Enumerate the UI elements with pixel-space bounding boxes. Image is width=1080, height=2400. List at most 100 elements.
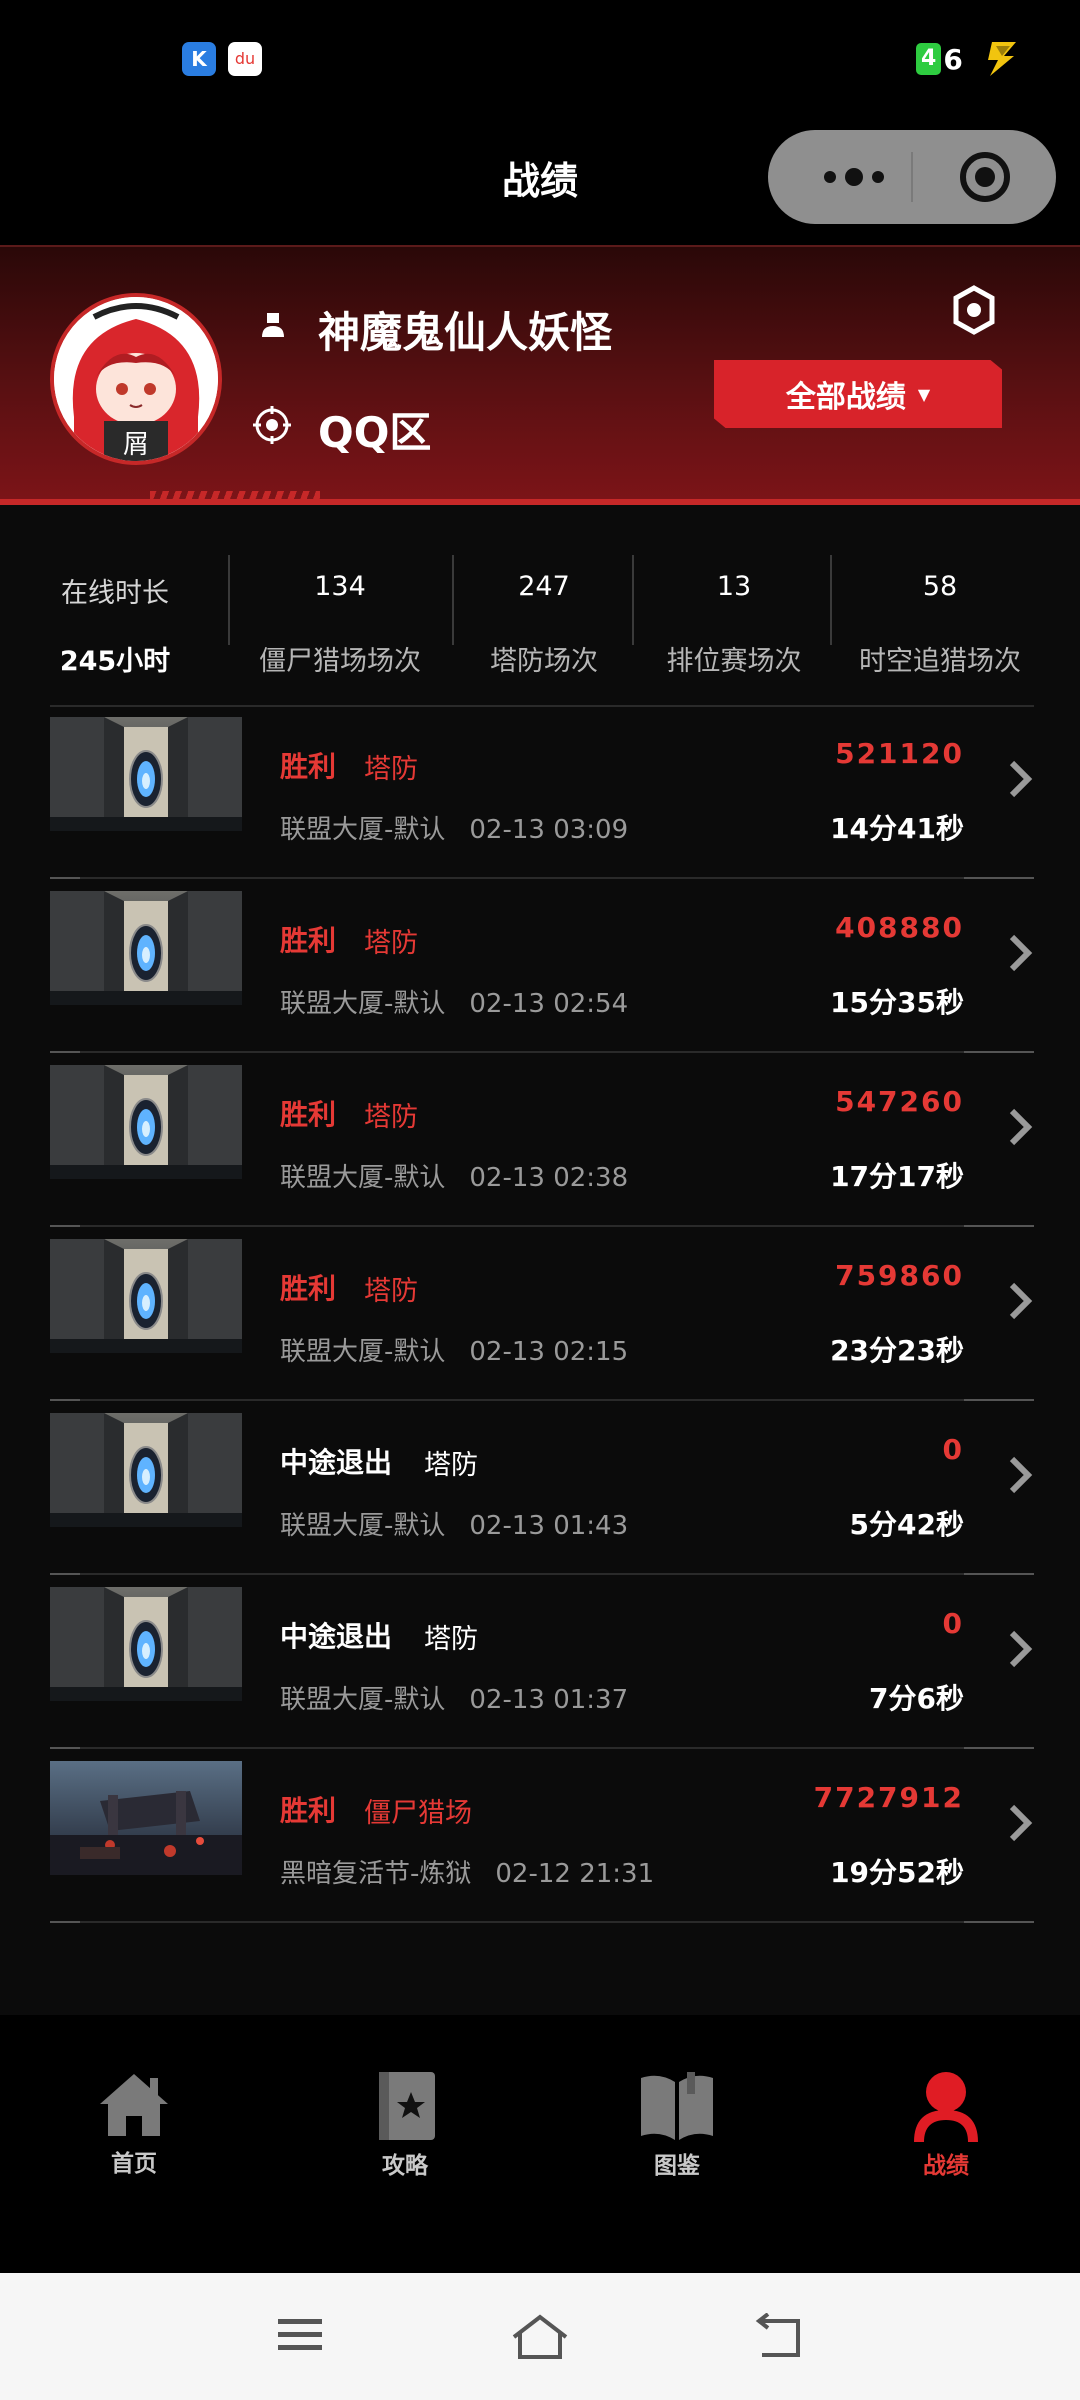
nav-label: 战绩 xyxy=(923,2153,969,2179)
record-row[interactable]: 胜利 塔防 联盟大厦-默认 02-13 02:54 408880 15分35秒 xyxy=(50,881,1034,1053)
open-book-icon xyxy=(641,2072,713,2140)
match-result: 胜利 xyxy=(280,1098,337,1131)
chevron-right-icon[interactable] xyxy=(1006,1279,1034,1323)
chevron-right-icon[interactable] xyxy=(1006,1627,1034,1671)
home-nav-icon[interactable] xyxy=(510,2313,570,2361)
profile-header: 屑 神魔鬼仙人妖怪 QQ区 全部战绩 ▼ xyxy=(0,245,1080,507)
map-info: 联盟大厦-默认 02-13 01:37 xyxy=(280,1679,628,1716)
row-divider-accent xyxy=(50,1399,80,1401)
row-divider-accent xyxy=(50,1051,80,1053)
server-zone-icon xyxy=(253,406,291,444)
map-info: 联盟大厦-默认 02-13 01:43 xyxy=(280,1505,628,1542)
record-row[interactable]: 胜利 塔防 联盟大厦-默认 02-13 02:15 759860 23分23秒 xyxy=(50,1229,1034,1401)
game-mode: 僵尸猎场 xyxy=(364,1798,472,1829)
dropdown-arrow-icon: ▼ xyxy=(917,384,931,404)
match-result: 胜利 xyxy=(280,750,337,783)
stat-divider xyxy=(830,555,832,645)
game-mode: 塔防 xyxy=(424,1624,478,1655)
match-time: 02-13 02:54 xyxy=(469,989,629,1019)
row-divider-accent xyxy=(964,1399,1034,1401)
match-duration: 15分35秒 xyxy=(830,986,964,1019)
filter-label: 全部战绩 xyxy=(785,380,906,415)
map-thumbnail-tower xyxy=(50,1413,242,1527)
nav-label: 图鉴 xyxy=(654,2153,700,2179)
row-divider-accent xyxy=(50,877,80,879)
row-divider xyxy=(50,1921,1034,1923)
profile-icon xyxy=(914,2072,978,2142)
match-duration: 7分6秒 xyxy=(869,1682,964,1715)
game-mode: 塔防 xyxy=(364,1276,418,1307)
stat-divider xyxy=(228,555,230,645)
match-duration: 19分52秒 xyxy=(830,1856,964,1889)
stat-ranked: 13 排位赛场次 xyxy=(644,555,824,677)
chevron-right-icon[interactable] xyxy=(1006,1801,1034,1845)
stats-panel: 在线时长 245小时 134 僵尸猎场场次 247 塔防场次 13 排位赛场次 … xyxy=(0,505,1080,2015)
record-row[interactable]: 中途退出 塔防 联盟大厦-默认 02-13 01:37 0 7分6秒 xyxy=(50,1577,1034,1749)
map-thumbnail xyxy=(50,1413,242,1527)
map-thumbnail-tower xyxy=(50,717,242,831)
nav-label: 首页 xyxy=(111,2151,157,2177)
record-row[interactable]: 胜利 塔防联盟大厦-默认 02-13 03:09 521120 14分41秒 xyxy=(50,707,1034,879)
match-result: 胜利 xyxy=(280,1794,337,1827)
match-score: 7727912 xyxy=(813,1781,964,1814)
record-row[interactable]: 中途退出 塔防 联盟大厦-默认 02-13 01:43 0 5分42秒 xyxy=(50,1403,1034,1575)
avatar[interactable]: 屑 xyxy=(50,293,222,465)
filter-records-button[interactable]: 全部战绩 ▼ xyxy=(714,360,1002,428)
menu-icon[interactable] xyxy=(276,2313,324,2357)
nav-codex[interactable]: 图鉴 xyxy=(597,2070,757,2180)
nav-records[interactable]: 战绩 xyxy=(866,2070,1026,2180)
match-time: 02-13 01:37 xyxy=(469,1685,629,1715)
more-options-icon[interactable] xyxy=(808,130,908,224)
close-miniprogram-icon[interactable] xyxy=(958,150,1012,204)
row-divider-accent xyxy=(964,1921,1034,1923)
stat-label: 排位赛场次 xyxy=(666,646,802,677)
map-thumbnail xyxy=(50,1587,242,1701)
nav-guide[interactable]: 攻略 xyxy=(325,2070,485,2180)
map-name: 联盟大厦-默认 xyxy=(280,1337,446,1367)
map-thumbnail-tower xyxy=(50,1065,242,1179)
match-time: 02-13 02:38 xyxy=(469,1163,629,1193)
stat-value: 134 xyxy=(314,571,366,602)
bottom-nav: 首页 攻略 图鉴 战绩 xyxy=(0,2015,1080,2273)
row-divider xyxy=(50,1399,1034,1401)
chevron-right-icon[interactable] xyxy=(1006,757,1034,801)
match-duration: 14分41秒 xyxy=(830,812,964,845)
map-name: 联盟大厦-默认 xyxy=(280,1163,446,1193)
decor-stripes xyxy=(150,491,320,499)
chevron-right-icon[interactable] xyxy=(1006,1453,1034,1497)
stat-zombie-hunt: 134 僵尸猎场场次 xyxy=(240,555,440,677)
map-info: 联盟大厦-默认 02-13 03:09 xyxy=(280,809,628,846)
nav-home[interactable]: 首页 xyxy=(54,2070,214,2178)
match-time: 02-12 21:31 xyxy=(495,1859,655,1889)
row-divider-accent xyxy=(964,1573,1034,1575)
record-row[interactable]: 胜利 塔防 联盟大厦-默认 02-13 02:38 547260 17分17秒 xyxy=(50,1055,1034,1227)
svg-text:屑: 屑 xyxy=(123,430,149,460)
settings-hexagon-icon[interactable] xyxy=(952,285,996,335)
stat-value: 58 xyxy=(922,571,958,602)
row-divider-accent xyxy=(964,1225,1034,1227)
match-duration: 23分23秒 xyxy=(830,1334,964,1367)
chevron-right-icon[interactable] xyxy=(1006,1105,1034,1149)
match-score: 521120 xyxy=(835,737,964,770)
stats-row: 在线时长 245小时 134 僵尸猎场场次 247 塔防场次 13 排位赛场次 … xyxy=(50,555,1034,677)
guide-book-icon xyxy=(379,2072,435,2140)
match-time: 02-13 02:15 xyxy=(469,1337,629,1367)
back-icon[interactable] xyxy=(754,2313,804,2361)
stat-label: 僵尸猎场场次 xyxy=(259,646,421,677)
map-thumbnail-tower xyxy=(50,891,242,1005)
map-name: 联盟大厦-默认 xyxy=(280,815,446,845)
map-info: 黑暗复活节-炼狱 02-12 21:31 xyxy=(280,1853,654,1890)
row-divider xyxy=(50,1573,1034,1575)
record-row[interactable]: 胜利 僵尸猎场黑暗复活节-炼狱 02-12 21:31 7727912 19分52秒 xyxy=(50,1751,1034,1923)
game-mode: 塔防 xyxy=(364,1102,418,1133)
game-mode: 塔防 xyxy=(364,754,418,785)
stat-value: 在线时长 xyxy=(61,578,169,609)
map-info: 联盟大厦-默认 02-13 02:15 xyxy=(280,1331,628,1368)
chevron-right-icon[interactable] xyxy=(1006,931,1034,975)
stat-value: 247 xyxy=(518,571,570,602)
map-thumbnail xyxy=(50,1239,242,1353)
map-name: 联盟大厦-默认 xyxy=(280,989,446,1019)
map-thumbnail-tower xyxy=(50,1587,242,1701)
match-score: 0 xyxy=(942,1607,964,1640)
match-result: 中途退出 xyxy=(280,1446,393,1479)
